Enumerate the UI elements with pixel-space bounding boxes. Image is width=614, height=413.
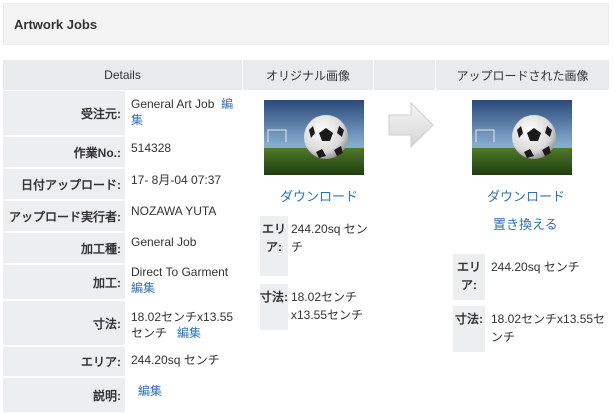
original-thumbnail[interactable]: [264, 100, 364, 175]
uploaded-area-value: 244.20sq センチ: [491, 260, 580, 274]
process-name: Direct To Garment: [131, 265, 229, 279]
column-header-original: オリジナル画像: [243, 60, 374, 90]
order-value: General Art Job 編集: [131, 96, 243, 128]
replace-link[interactable]: 置き換える: [493, 214, 558, 233]
description-edit-link[interactable]: 編集: [138, 383, 250, 399]
process-edit-link[interactable]: 編集: [131, 281, 155, 295]
job-no-value: 514328: [131, 141, 172, 155]
original-download-link[interactable]: ダウンロード: [280, 186, 358, 205]
column-header-spacer: [374, 60, 436, 90]
soccer-ball-image: [472, 100, 572, 175]
upload-date-label: 日付アップロード:: [3, 169, 125, 200]
original-area-label: エリア:: [260, 216, 288, 276]
description-label: 説明:: [3, 378, 125, 413]
process-type-label: 加工種:: [3, 233, 125, 264]
order-label: 受注元:: [3, 91, 125, 136]
original-size-value: 18.02センチx13.55センチ: [291, 290, 364, 322]
page-title: Artwork Jobs: [14, 17, 98, 32]
column-header-details: Details: [3, 60, 243, 90]
job-no-label: 作業No.:: [3, 137, 125, 168]
arrow-right-icon: [387, 100, 435, 150]
size-value: 18.02センチx13.55センチ 編集: [131, 309, 241, 341]
uploaded-download-link[interactable]: ダウンロード: [487, 186, 565, 205]
upload-date-value: 17- 8月-04 07:37: [131, 173, 222, 187]
artwork-table: Details オリジナル画像 アップロードされた画像 受注元: General…: [3, 60, 609, 413]
size-edit-link[interactable]: 編集: [177, 326, 201, 340]
size-label: 寸法:: [3, 301, 125, 346]
page-header: Artwork Jobs: [3, 3, 609, 45]
uploader-label: アップロード実行者:: [3, 201, 125, 232]
soccer-ball-image: [264, 100, 364, 175]
uploader-value: NOZAWA YUTA: [131, 204, 217, 218]
uploaded-size-label: 寸法:: [453, 306, 485, 352]
original-size-label: 寸法:: [260, 284, 288, 330]
uploaded-size-value: 18.02センチx13.55センチ: [491, 312, 606, 344]
uploaded-thumbnail[interactable]: [472, 100, 572, 175]
description-edit-text[interactable]: 編集: [138, 384, 162, 398]
process-type-value: General Job: [131, 235, 197, 249]
original-area-value: 244.20sq センチ: [291, 222, 368, 254]
process-value: Direct To Garment 編集: [131, 264, 243, 296]
column-header-uploaded: アップロードされた画像: [436, 60, 609, 90]
uploaded-area-label: エリア:: [453, 254, 485, 300]
area-label: エリア:: [3, 347, 125, 377]
process-label: 加工:: [3, 265, 125, 300]
area-value: 244.20sq センチ: [131, 353, 220, 367]
order-name: General Art Job: [131, 97, 215, 111]
